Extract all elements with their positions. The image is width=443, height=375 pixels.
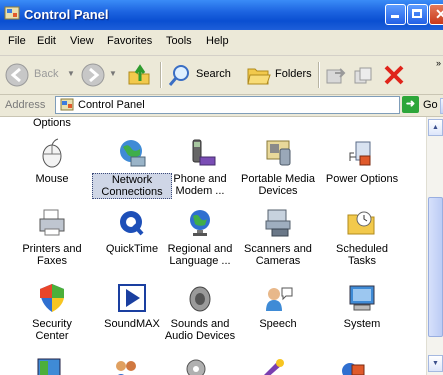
menu-tools[interactable]: Tools [166,35,192,47]
internet-options-icon[interactable] [338,359,366,375]
cp-item-scheduled-tasks[interactable]: Scheduled Tasks [322,207,402,267]
address-bar: Address Control Panel ▼ ➜ Go [0,95,443,117]
move-to-button[interactable] [324,60,348,90]
back-arrow-icon [5,63,29,87]
toolbar-separator [318,62,320,88]
cp-item-label: Printers and Faxes [22,243,82,267]
copy-to-button[interactable] [352,60,376,90]
window-title: Control Panel [24,7,109,22]
cp-item-label: Scanners and Cameras [244,243,312,267]
scrollbar-thumb[interactable] [428,197,443,337]
back-button[interactable]: Back ▼ [4,60,76,90]
quicktime-icon [120,211,144,236]
address-value: Control Panel [78,99,145,111]
network-connections-icon [120,140,146,167]
cp-item-label: Security Center [32,318,72,342]
search-button[interactable]: Search [168,60,240,90]
regional-language-icon [190,210,210,236]
cp-item-mouse[interactable]: Mouse [17,137,92,185]
menu-file[interactable]: File [8,35,26,47]
go-arrow-icon[interactable]: ➜ [402,96,419,113]
partial-row-label: Options [33,117,71,129]
cp-item-label: Sounds and Audio Devices [164,318,236,342]
standard-toolbar: Back ▼ ▼ Search Folders » [0,56,443,95]
cp-item-label: Phone and Modem ... [173,173,227,197]
address-label: Address [5,99,46,111]
menu-bar: File Edit View Favorites Tools Help [0,30,443,80]
power-options-icon [349,141,371,166]
display-icon[interactable] [258,357,286,375]
control-panel-icon [4,6,20,20]
toolbar-separator [160,62,162,88]
scheduled-tasks-icon [347,211,375,235]
cp-item-portable-media[interactable]: Portable Media Devices [230,137,326,197]
delete-button[interactable] [382,60,406,90]
cp-item-label: Mouse [35,173,69,185]
vertical-scrollbar[interactable]: ▲ ▼ [426,117,443,375]
cp-item-label: Power Options [325,173,399,185]
control-panel-icon [60,98,74,111]
cp-item-label: System [343,318,381,330]
speech-icon [266,287,293,311]
forward-dropdown-icon[interactable]: ▼ [109,69,117,78]
cp-item-label: Scheduled Tasks [336,243,388,267]
left-margin [0,117,17,375]
user-accounts-icon[interactable] [112,359,140,375]
printers-faxes-icon [39,209,65,236]
delete-icon [384,65,404,85]
cp-item-security-center[interactable]: Security Center [17,282,92,342]
search-label: Search [196,68,231,80]
back-dropdown-icon[interactable]: ▼ [67,69,75,78]
sounds-audio-icon [189,286,211,312]
cp-item-phone-modem[interactable]: Phone and Modem ... [160,137,240,197]
toolbar-chevron-icon[interactable]: » [436,58,441,68]
cp-item-speech[interactable]: Speech [238,282,318,330]
control-panel-items: Options Mouse Network Connections Phone … [17,117,426,375]
menu-edit[interactable]: Edit [37,35,56,47]
phone-modem-icon [192,139,216,166]
go-button[interactable]: Go [423,99,438,111]
system-icon [349,285,375,311]
cp-item-printers-faxes[interactable]: Printers and Faxes [17,207,92,267]
copy-to-icon [354,67,372,84]
soundmax-icon [118,284,146,312]
menu-help[interactable]: Help [206,35,229,47]
folders-label: Folders [275,68,312,80]
forward-arrow-icon [81,63,105,87]
menu-favorites[interactable]: Favorites [107,35,152,47]
close-button[interactable]: ✕ [429,4,443,25]
address-input[interactable]: Control Panel ▼ [55,96,443,114]
search-icon [168,65,189,86]
up-folder-button[interactable] [125,60,155,90]
taskbar-start-menu-icon[interactable] [36,357,64,375]
cp-item-scanners-cameras[interactable]: Scanners and Cameras [238,207,318,267]
move-to-icon [326,68,346,84]
portable-media-icon [266,140,291,166]
windows-firewall-icon[interactable] [182,357,210,375]
back-label: Back [34,68,59,80]
cp-item-sounds-audio[interactable]: Sounds and Audio Devices [160,282,240,342]
maximize-button[interactable] [407,4,428,25]
minimize-button[interactable] [385,4,406,25]
title-bar[interactable]: Control Panel ✕ [0,0,443,30]
cp-item-power-options[interactable]: Power Options [319,137,405,185]
folders-icon [247,68,271,85]
security-center-icon [40,284,64,312]
forward-button[interactable]: ▼ [80,60,118,90]
folders-button[interactable]: Folders [245,60,317,90]
cp-item-regional-language[interactable]: Regional and Language ... [160,207,240,267]
cp-item-label: Portable Media Devices [241,173,315,197]
cp-item-label: Regional and Language ... [167,243,233,267]
scroll-up-icon[interactable]: ▲ [428,119,443,136]
cp-item-label: Speech [259,318,297,330]
cp-item-system[interactable]: System [322,282,402,330]
menu-view[interactable]: View [70,35,94,47]
up-folder-icon [128,64,150,85]
scanners-cameras-icon [265,209,291,237]
mouse-icon [42,138,62,168]
scroll-down-icon[interactable]: ▼ [428,355,443,372]
